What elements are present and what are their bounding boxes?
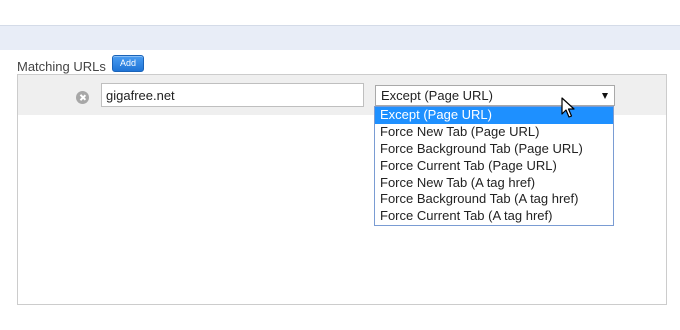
url-input[interactable] bbox=[101, 83, 364, 107]
close-circle-icon[interactable] bbox=[76, 91, 89, 104]
caret-down-icon bbox=[602, 93, 608, 99]
option-force-current-tab-page-url[interactable]: Force Current Tab (Page URL) bbox=[375, 158, 613, 175]
option-force-new-tab-a-tag-href[interactable]: Force New Tab (A tag href) bbox=[375, 175, 613, 192]
add-url-button[interactable]: Add bbox=[112, 55, 144, 72]
matching-urls-label: Matching URLs bbox=[17, 59, 106, 74]
mode-select[interactable]: Except (Page URL) bbox=[375, 85, 615, 106]
mode-dropdown-list: Except (Page URL) Force New Tab (Page UR… bbox=[374, 106, 614, 226]
header-band bbox=[0, 25, 680, 50]
option-force-background-tab-a-tag-href[interactable]: Force Background Tab (A tag href) bbox=[375, 191, 613, 208]
option-force-background-tab-page-url[interactable]: Force Background Tab (Page URL) bbox=[375, 141, 613, 158]
option-force-current-tab-a-tag-href[interactable]: Force Current Tab (A tag href) bbox=[375, 208, 613, 225]
mode-select-value: Except (Page URL) bbox=[381, 88, 493, 103]
arrow-pointer-icon bbox=[561, 97, 575, 118]
option-force-new-tab-page-url[interactable]: Force New Tab (Page URL) bbox=[375, 124, 613, 141]
option-except-page-url[interactable]: Except (Page URL) bbox=[375, 107, 613, 124]
